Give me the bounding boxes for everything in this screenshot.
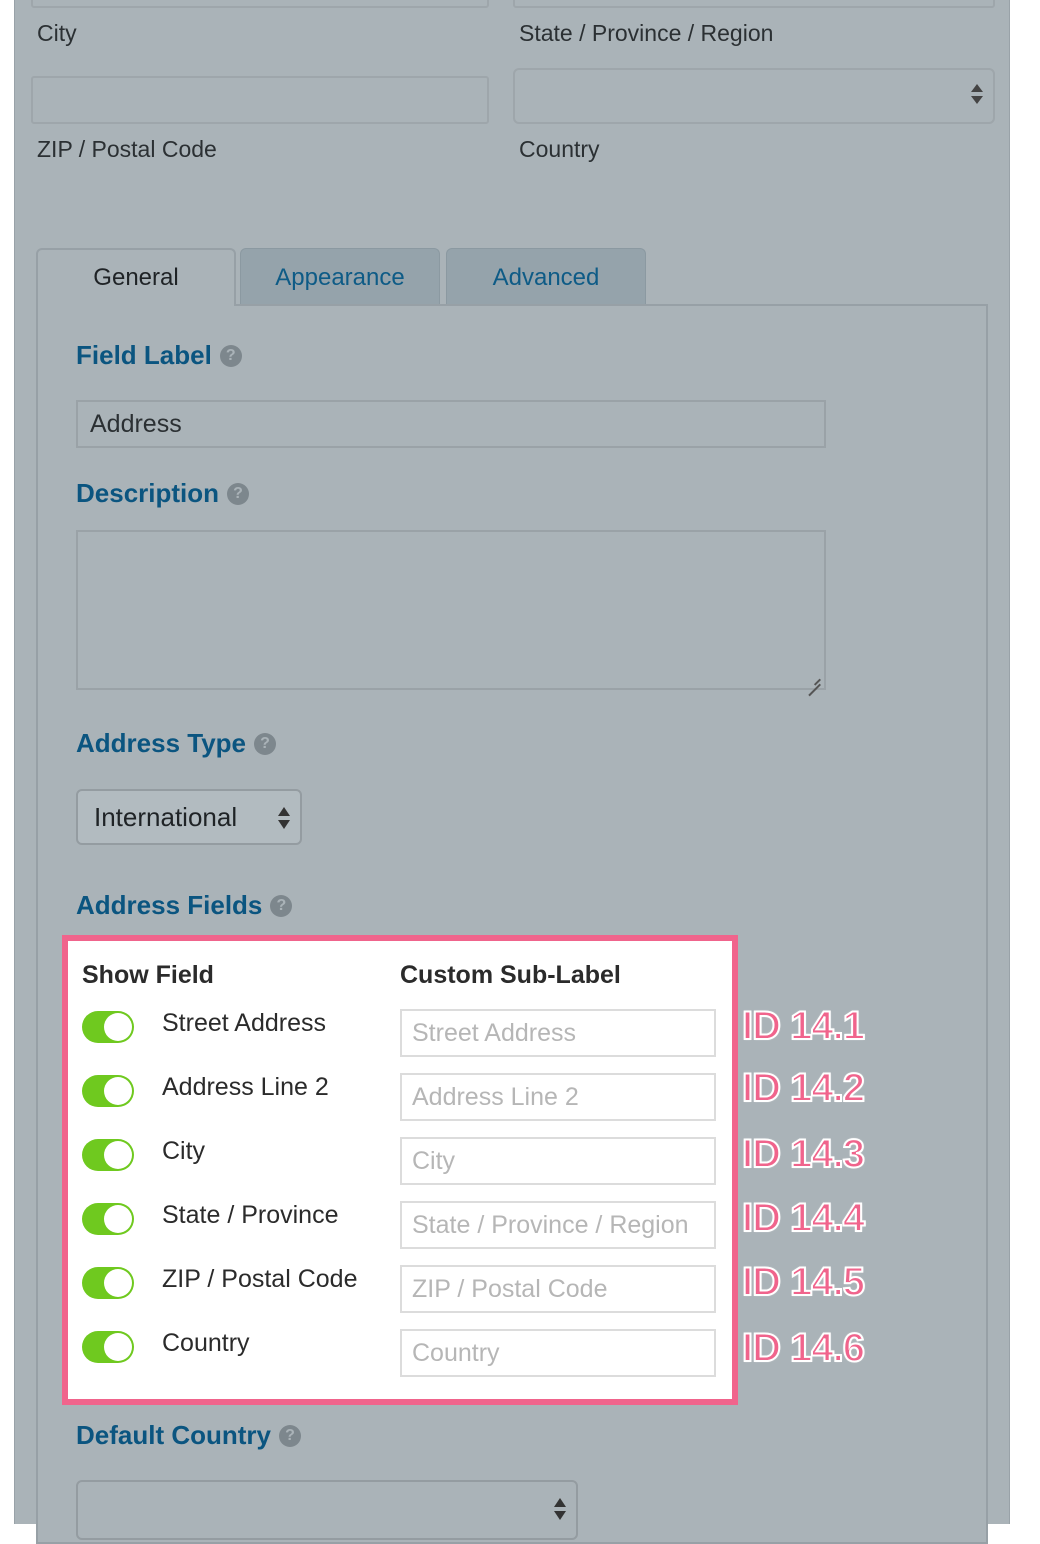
- tab-advanced[interactable]: Advanced: [446, 248, 646, 306]
- table-row: Address Line 2 Address Line 2: [68, 1069, 732, 1121]
- toggle-knob: [104, 1013, 132, 1041]
- question-circle-icon[interactable]: ?: [254, 732, 277, 755]
- sublabel-input[interactable]: City: [400, 1137, 716, 1185]
- field-label-value: Address: [90, 409, 182, 438]
- field-name: ZIP / Postal Code: [162, 1265, 358, 1293]
- field-name: Country: [162, 1329, 250, 1357]
- toggle-switch[interactable]: [82, 1331, 134, 1363]
- address-type-selected: International: [94, 801, 238, 832]
- toggle-switch[interactable]: [82, 1139, 134, 1171]
- question-circle-icon[interactable]: ?: [279, 1424, 301, 1447]
- tab-general[interactable]: General: [36, 248, 236, 306]
- question-circle-icon[interactable]: ?: [219, 344, 242, 367]
- preview-zip-input: [31, 76, 489, 124]
- field-label-title: Field Label: [76, 340, 212, 370]
- toggle-knob: [104, 1269, 132, 1297]
- toggle-switch[interactable]: [82, 1011, 134, 1043]
- toggle-switch[interactable]: [82, 1203, 134, 1235]
- preview-country-select: [513, 68, 995, 124]
- id-annotation: ID 14.6: [741, 1325, 866, 1371]
- address-type-select[interactable]: International: [76, 789, 302, 845]
- toggle-switch[interactable]: [82, 1267, 134, 1299]
- question-circle-icon[interactable]: ?: [270, 894, 293, 917]
- field-label-heading: Field Label ?: [76, 340, 242, 371]
- show-field-header: Show Field: [82, 961, 214, 989]
- sublabel-input[interactable]: State / Province / Region: [400, 1201, 716, 1249]
- table-row: City City: [68, 1133, 732, 1185]
- toggle-knob: [104, 1333, 132, 1361]
- toggle-knob: [104, 1141, 132, 1169]
- field-name: State / Province: [162, 1201, 339, 1229]
- custom-sublabel-header: Custom Sub-Label: [400, 961, 621, 989]
- tab-appearance[interactable]: Appearance: [240, 248, 440, 306]
- toggle-switch[interactable]: [82, 1075, 134, 1107]
- resize-handle-icon[interactable]: [807, 671, 821, 685]
- id-annotation: ID 14.4: [741, 1195, 866, 1241]
- address-fields-heading: Address Fields ?: [76, 890, 293, 921]
- address-type-title: Address Type: [76, 728, 247, 758]
- preview-top-right-input: [513, 0, 995, 8]
- preview-country-label: Country: [519, 136, 600, 162]
- toggle-knob: [104, 1077, 132, 1105]
- address-fields-table: Show Field Custom Sub-Label Street Addre…: [62, 935, 738, 1405]
- id-annotation: ID 14.1: [741, 1003, 866, 1049]
- preview-city-label: City: [37, 20, 77, 46]
- question-circle-icon[interactable]: ?: [227, 482, 250, 505]
- default-country-title: Default Country: [76, 1420, 271, 1450]
- address-fields-title: Address Fields: [76, 890, 263, 920]
- field-label-input[interactable]: Address: [76, 400, 826, 448]
- address-type-heading: Address Type ?: [76, 728, 277, 759]
- toggle-knob: [104, 1205, 132, 1233]
- table-row: Street Address Street Address: [68, 1005, 732, 1057]
- up-down-arrows-icon: [278, 806, 290, 830]
- description-heading: Description ?: [76, 478, 250, 509]
- field-name: Street Address: [162, 1009, 326, 1037]
- field-name: Address Line 2: [162, 1073, 329, 1101]
- default-country-heading: Default Country ?: [76, 1420, 301, 1451]
- up-down-arrows-icon: [554, 1497, 566, 1521]
- preview-street-line2-input: [31, 0, 489, 8]
- table-row: Country Country: [68, 1325, 732, 1377]
- preview-state-label: State / Province / Region: [519, 20, 774, 46]
- sublabel-input[interactable]: Street Address: [400, 1009, 716, 1057]
- field-name: City: [162, 1137, 206, 1165]
- table-row: ZIP / Postal Code ZIP / Postal Code: [68, 1261, 732, 1313]
- sublabel-input[interactable]: ZIP / Postal Code: [400, 1265, 716, 1313]
- select-arrows-icon: [971, 82, 983, 106]
- sublabel-input[interactable]: Country: [400, 1329, 716, 1377]
- description-textarea[interactable]: [76, 530, 826, 690]
- table-row: State / Province State / Province / Regi…: [68, 1197, 732, 1249]
- preview-zip-label: ZIP / Postal Code: [37, 136, 217, 162]
- id-annotation: ID 14.3: [741, 1131, 866, 1177]
- sublabel-input[interactable]: Address Line 2: [400, 1073, 716, 1121]
- default-country-select[interactable]: [76, 1480, 578, 1540]
- id-annotation: ID 14.2: [741, 1065, 866, 1111]
- id-annotation: ID 14.5: [741, 1259, 866, 1305]
- description-title: Description: [76, 478, 220, 508]
